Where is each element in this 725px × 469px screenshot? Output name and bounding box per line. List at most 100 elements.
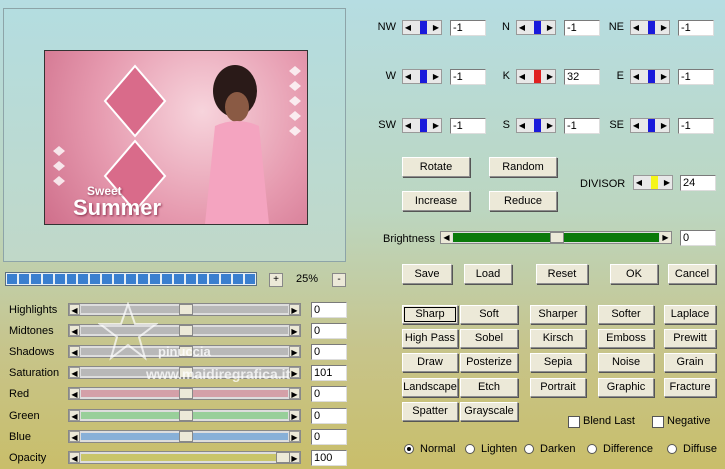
negative-checkbox[interactable] <box>652 416 664 428</box>
highlights-field[interactable]: 0 <box>311 302 347 318</box>
blue-thumb[interactable] <box>178 431 193 442</box>
increase-button[interactable]: Increase <box>402 191 470 211</box>
matrix-sw-right-arrow-icon[interactable]: ▶ <box>431 119 441 132</box>
random-button[interactable]: Random <box>489 157 557 177</box>
brightness-left-arrow-icon[interactable]: ◀ <box>441 232 452 243</box>
midtones-left-arrow-icon[interactable]: ◀ <box>69 325 80 336</box>
shadows-right-arrow-icon[interactable]: ▶ <box>289 346 300 357</box>
reset-button[interactable]: Reset <box>536 264 588 284</box>
highlights-thumb[interactable] <box>178 304 193 315</box>
highlights-right-arrow-icon[interactable]: ▶ <box>289 304 300 315</box>
opacity-right-arrow-icon[interactable]: ▶ <box>289 452 300 463</box>
blue-right-arrow-icon[interactable]: ▶ <box>289 431 300 442</box>
matrix-n-right-arrow-icon[interactable]: ▶ <box>545 21 555 34</box>
matrix-k-spinner[interactable]: ◀ ▶ <box>516 69 556 84</box>
green-right-arrow-icon[interactable]: ▶ <box>289 410 300 421</box>
preset-graphic-button[interactable]: Graphic <box>598 378 654 397</box>
matrix-nw-left-arrow-icon[interactable]: ◀ <box>403 21 413 34</box>
divisor-right-arrow-icon[interactable]: ▶ <box>662 176 672 189</box>
brightness-slider[interactable]: ◀ ▶ <box>440 231 672 244</box>
divisor-left-arrow-icon[interactable]: ◀ <box>634 176 644 189</box>
green-field[interactable]: 0 <box>311 408 347 424</box>
brightness-right-arrow-icon[interactable]: ▶ <box>660 232 671 243</box>
matrix-se-field[interactable]: -1 <box>678 118 714 134</box>
matrix-w-field[interactable]: -1 <box>450 69 486 85</box>
preset-landscape-button[interactable]: Landscape <box>402 378 458 397</box>
preset-spatter-button[interactable]: Spatter <box>402 402 458 421</box>
matrix-w-left-arrow-icon[interactable]: ◀ <box>403 70 413 83</box>
green-left-arrow-icon[interactable]: ◀ <box>69 410 80 421</box>
matrix-se-right-arrow-icon[interactable]: ▶ <box>659 119 669 132</box>
preset-sepia-button[interactable]: Sepia <box>530 353 586 372</box>
green-slider[interactable]: ◀ ▶ <box>68 409 301 422</box>
opacity-slider[interactable]: ◀ ▶ <box>68 451 301 464</box>
midtones-right-arrow-icon[interactable]: ▶ <box>289 325 300 336</box>
rotate-button[interactable]: Rotate <box>402 157 470 177</box>
divisor-field[interactable]: 24 <box>680 175 716 191</box>
shadows-field[interactable]: 0 <box>311 344 347 360</box>
reduce-button[interactable]: Reduce <box>489 191 557 211</box>
matrix-e-spinner[interactable]: ◀ ▶ <box>630 69 670 84</box>
preset-prewitt-button[interactable]: Prewitt <box>664 329 716 348</box>
preset-high-pass-button[interactable]: High Pass <box>402 329 458 348</box>
preset-noise-button[interactable]: Noise <box>598 353 654 372</box>
matrix-nw-field[interactable]: -1 <box>450 20 486 36</box>
matrix-nw-spinner[interactable]: ◀ ▶ <box>402 20 442 35</box>
save-button[interactable]: Save <box>402 264 452 284</box>
opacity-field[interactable]: 100 <box>311 450 347 466</box>
preset-kirsch-button[interactable]: Kirsch <box>530 329 586 348</box>
matrix-ne-left-arrow-icon[interactable]: ◀ <box>631 21 641 34</box>
matrix-k-field[interactable]: 32 <box>564 69 600 85</box>
matrix-s-spinner[interactable]: ◀ ▶ <box>516 118 556 133</box>
matrix-ne-field[interactable]: -1 <box>678 20 714 36</box>
matrix-n-field[interactable]: -1 <box>564 20 600 36</box>
matrix-w-right-arrow-icon[interactable]: ▶ <box>431 70 441 83</box>
opacity-thumb[interactable] <box>276 452 290 463</box>
preset-sobel-button[interactable]: Sobel <box>460 329 518 348</box>
matrix-e-right-arrow-icon[interactable]: ▶ <box>659 70 669 83</box>
preset-sharp-button[interactable]: Sharp <box>402 305 458 324</box>
matrix-ne-right-arrow-icon[interactable]: ▶ <box>659 21 669 34</box>
ok-button[interactable]: OK <box>610 264 658 284</box>
green-thumb[interactable] <box>178 410 193 421</box>
divisor-spinner[interactable]: ◀ ▶ <box>633 175 673 190</box>
mode-diffuse-radio[interactable] <box>667 444 677 454</box>
brightness-field[interactable]: 0 <box>680 230 716 246</box>
matrix-n-spinner[interactable]: ◀ ▶ <box>516 20 556 35</box>
shadows-left-arrow-icon[interactable]: ◀ <box>69 346 80 357</box>
matrix-e-field[interactable]: -1 <box>678 69 714 85</box>
opacity-left-arrow-icon[interactable]: ◀ <box>69 452 80 463</box>
mode-normal-radio[interactable] <box>404 444 414 454</box>
preset-grayscale-button[interactable]: Grayscale <box>460 402 518 421</box>
blue-field[interactable]: 0 <box>311 429 347 445</box>
matrix-n-left-arrow-icon[interactable]: ◀ <box>517 21 527 34</box>
mode-difference-radio[interactable] <box>587 444 597 454</box>
preset-fracture-button[interactable]: Fracture <box>664 378 716 397</box>
blue-left-arrow-icon[interactable]: ◀ <box>69 431 80 442</box>
zoom-in-button[interactable]: + <box>269 273 283 287</box>
red-right-arrow-icon[interactable]: ▶ <box>289 388 300 399</box>
matrix-se-spinner[interactable]: ◀ ▶ <box>630 118 670 133</box>
matrix-s-field[interactable]: -1 <box>564 118 600 134</box>
matrix-s-right-arrow-icon[interactable]: ▶ <box>545 119 555 132</box>
matrix-e-left-arrow-icon[interactable]: ◀ <box>631 70 641 83</box>
matrix-se-left-arrow-icon[interactable]: ◀ <box>631 119 641 132</box>
matrix-ne-spinner[interactable]: ◀ ▶ <box>630 20 670 35</box>
brightness-thumb[interactable] <box>550 232 564 243</box>
preset-soft-button[interactable]: Soft <box>460 305 518 324</box>
saturation-field[interactable]: 101 <box>311 365 347 381</box>
matrix-sw-left-arrow-icon[interactable]: ◀ <box>403 119 413 132</box>
midtones-field[interactable]: 0 <box>311 323 347 339</box>
highlights-left-arrow-icon[interactable]: ◀ <box>69 304 80 315</box>
red-slider[interactable]: ◀ ▶ <box>68 387 301 400</box>
matrix-nw-right-arrow-icon[interactable]: ▶ <box>431 21 441 34</box>
saturation-left-arrow-icon[interactable]: ◀ <box>69 367 80 378</box>
mode-lighten-radio[interactable] <box>465 444 475 454</box>
load-button[interactable]: Load <box>464 264 512 284</box>
saturation-right-arrow-icon[interactable]: ▶ <box>289 367 300 378</box>
preset-etch-button[interactable]: Etch <box>460 378 518 397</box>
zoom-out-button[interactable]: - <box>332 273 346 287</box>
matrix-k-right-arrow-icon[interactable]: ▶ <box>545 70 555 83</box>
preset-emboss-button[interactable]: Emboss <box>598 329 654 348</box>
red-thumb[interactable] <box>178 388 193 399</box>
